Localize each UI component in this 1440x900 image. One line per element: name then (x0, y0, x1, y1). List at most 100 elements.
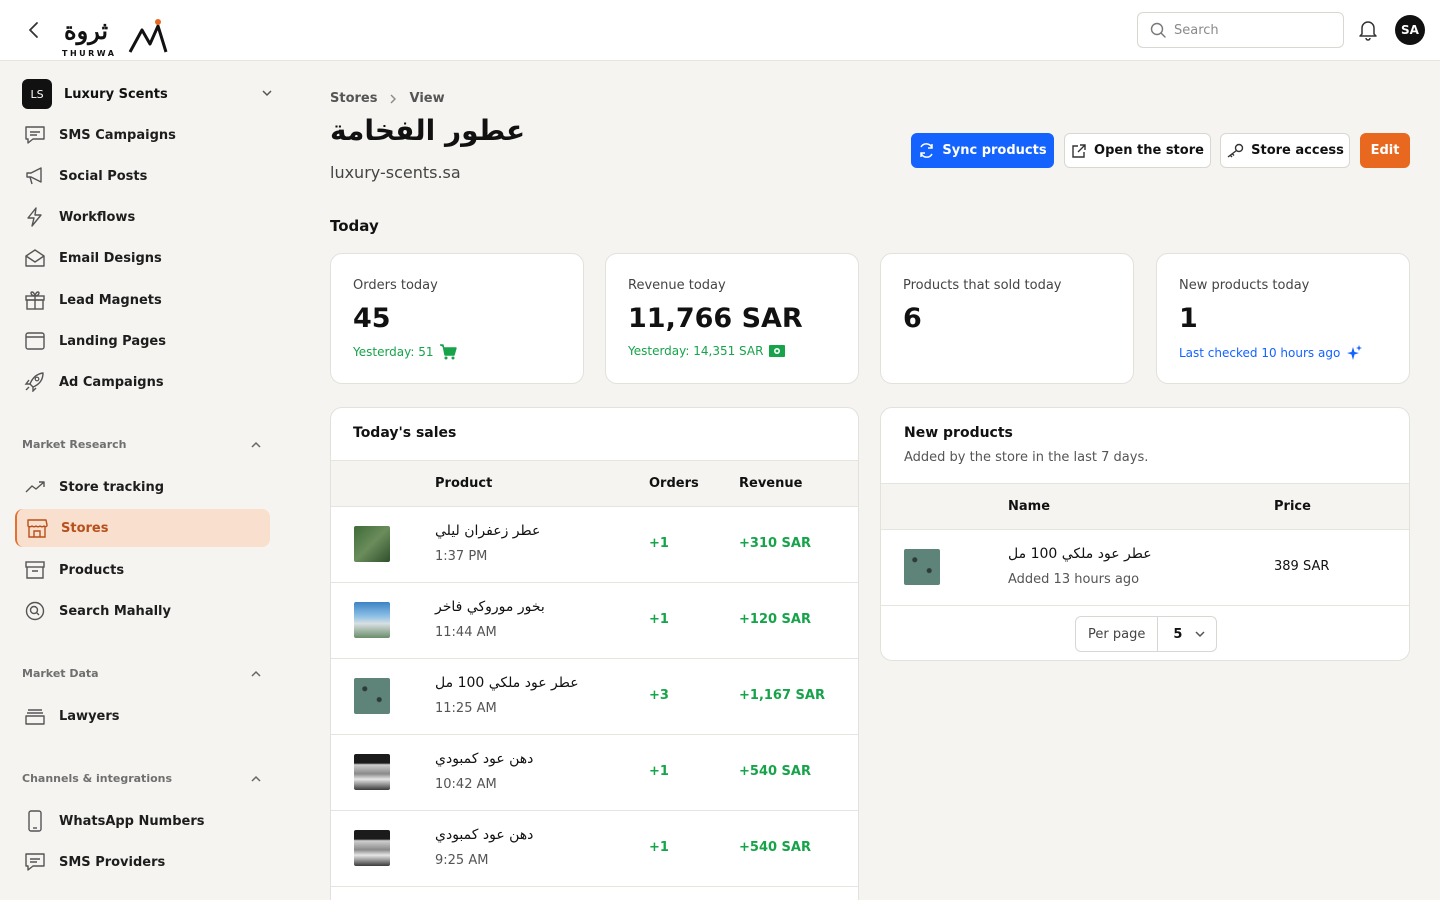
revenue-value: +540 SAR (739, 840, 811, 855)
orders-value: +1 (649, 536, 669, 551)
sidebar-item-email-designs[interactable]: Email Designs (15, 239, 270, 277)
sidebar-item-stores[interactable]: Stores (15, 509, 270, 547)
orders-value: +1 (649, 764, 669, 779)
back-button[interactable] (22, 18, 44, 42)
section-channels-integrations[interactable]: Channels & integrations (22, 772, 262, 785)
gift-icon (25, 291, 45, 310)
per-page-select[interactable]: 5 (1158, 627, 1216, 642)
open-store-button[interactable]: Open the store (1064, 133, 1211, 168)
section-title: Market Data (22, 667, 99, 680)
revenue-value: +1,167 SAR (739, 688, 825, 703)
user-avatar[interactable]: SA (1395, 15, 1425, 45)
sidebar-item-label: Search Mahally (59, 603, 171, 619)
product-name: عطر عود ملكي 100 مل (1008, 546, 1152, 562)
global-search[interactable] (1137, 12, 1344, 48)
search-icon (1150, 22, 1166, 38)
sidebar-item-label: Lead Magnets (59, 292, 162, 308)
megaphone-icon (26, 167, 42, 185)
sidebar-item-label: Social Posts (59, 168, 148, 184)
stat-label: Products that sold today (903, 278, 1062, 293)
sidebar-item-label: Products (59, 562, 125, 578)
product-thumbnail (354, 830, 390, 866)
search-circle-icon (25, 601, 45, 621)
stat-value: 1 (1179, 303, 1198, 334)
todays-sales-card: Today's sales Product Orders Revenue عطر… (330, 407, 859, 900)
product-thumbnail (354, 602, 390, 638)
sidebar-item-lawyers[interactable]: Lawyers (15, 697, 270, 735)
table-row[interactable]: دهن عود كمبودي 9:25 AM +1 +540 SAR (331, 811, 858, 887)
orders-value: +1 (649, 612, 669, 627)
stat-yesterday: Yesterday: 51 (353, 345, 434, 359)
revenue-value: +310 SAR (739, 536, 811, 551)
store-access-button[interactable]: Store access (1220, 133, 1350, 168)
orders-value: +1 (649, 840, 669, 855)
price-value: 389 SAR (1274, 559, 1330, 574)
logo-english-text: THURWA (62, 49, 117, 58)
store-domain: luxury-scents.sa (330, 163, 461, 182)
store-access-label: Store access (1251, 143, 1344, 158)
sidebar-item-landing-pages[interactable]: Landing Pages (15, 322, 270, 360)
column-price[interactable]: Price (1274, 499, 1311, 514)
sidebar-item-store-tracking[interactable]: Store tracking (15, 468, 270, 506)
sidebar-item-sms-campaigns[interactable]: SMS Campaigns (15, 116, 270, 154)
section-market-data[interactable]: Market Data (22, 667, 262, 680)
stat-card-new-products: New products today 1 Last checked 10 hou… (1156, 253, 1410, 384)
table-header: Name Price (881, 483, 1409, 530)
sidebar-item-sms-providers[interactable]: SMS Providers (15, 843, 270, 881)
sidebar-item-label: Ad Campaigns (59, 374, 164, 390)
notifications-button[interactable] (1358, 19, 1378, 45)
money-icon (769, 345, 786, 357)
sparkles-icon (1347, 345, 1363, 360)
column-product[interactable]: Product (435, 476, 492, 491)
stat-value: 6 (903, 303, 922, 334)
brand-logo[interactable]: ثروة THURWA (62, 16, 172, 60)
sidebar-item-products[interactable]: Products (15, 551, 270, 589)
column-revenue[interactable]: Revenue (739, 476, 802, 491)
table-row[interactable]: عطر زعفران ليلي 1:37 PM +1 +310 SAR (331, 507, 858, 583)
edit-label: Edit (1370, 143, 1400, 158)
chevron-left-icon (29, 22, 38, 38)
message-icon (25, 126, 45, 144)
product-thumbnail (904, 549, 940, 585)
sale-time: 11:44 AM (435, 625, 497, 640)
edit-button[interactable]: Edit (1360, 133, 1410, 168)
stat-sub: Yesterday: 14,351 SAR (628, 344, 836, 358)
chevron-down-icon (262, 90, 272, 97)
breadcrumb-stores[interactable]: Stores (330, 91, 377, 106)
revenue-value: +120 SAR (739, 612, 811, 627)
product-name: عطر زعفران ليلي (435, 523, 541, 539)
sidebar-item-whatsapp-numbers[interactable]: WhatsApp Numbers (15, 802, 270, 840)
sidebar: LS Luxury Scents SMS Campaigns Social Po… (0, 61, 290, 900)
column-orders[interactable]: Orders (649, 476, 699, 491)
card-title: Today's sales (353, 425, 457, 441)
table-row[interactable]: بخور موروكي فاخر 11:44 AM +1 +120 SAR (331, 583, 858, 659)
stat-card-products-sold: Products that sold today 6 (880, 253, 1134, 384)
section-title: Channels & integrations (22, 772, 173, 785)
sidebar-item-label: Stores (61, 520, 109, 536)
product-name: دهن عود كمبودي (435, 827, 534, 843)
search-input[interactable] (1174, 22, 1324, 38)
workspace-badge: LS (22, 79, 52, 109)
trend-icon (25, 481, 45, 493)
external-link-icon (1072, 143, 1086, 158)
sidebar-item-label: Workflows (59, 209, 136, 225)
new-products-card: New products Added by the store in the l… (880, 407, 1410, 661)
workspace-switcher[interactable]: LS Luxury Scents (22, 79, 277, 109)
sidebar-item-search-mahally[interactable]: Search Mahally (15, 592, 270, 630)
column-name[interactable]: Name (1008, 499, 1050, 514)
sidebar-item-lead-magnets[interactable]: Lead Magnets (15, 281, 270, 319)
section-market-research[interactable]: Market Research (22, 438, 262, 451)
table-row[interactable]: عطر عود ملكي 100 مل Added 13 hours ago 3… (881, 530, 1409, 606)
breadcrumb-view[interactable]: View (409, 91, 444, 106)
sidebar-item-social-posts[interactable]: Social Posts (15, 157, 270, 195)
sidebar-item-ad-campaigns[interactable]: Ad Campaigns (15, 363, 270, 401)
table-row[interactable]: دهن عود كمبودي 10:42 AM +1 +540 SAR (331, 735, 858, 811)
phone-icon (28, 810, 42, 832)
workspace-name: Luxury Scents (64, 86, 168, 102)
open-store-label: Open the store (1094, 143, 1204, 158)
sync-products-button[interactable]: Sync products (911, 133, 1054, 168)
sidebar-item-workflows[interactable]: Workflows (15, 198, 270, 236)
stat-value: 11,766 SAR (628, 303, 803, 334)
table-row[interactable]: عطر عود ملكي 100 مل 11:25 AM +3 +1,167 S… (331, 659, 858, 735)
revenue-value: +540 SAR (739, 764, 811, 779)
